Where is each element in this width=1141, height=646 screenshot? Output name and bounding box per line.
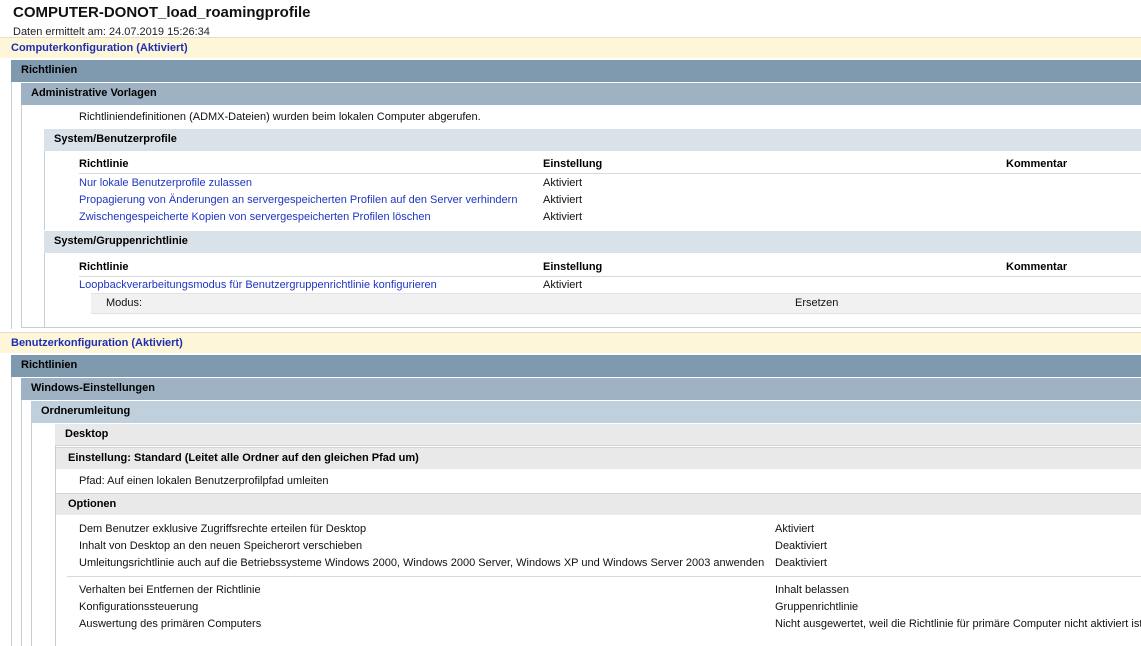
col-header-setting: Einstellung xyxy=(543,261,603,273)
windows-settings-band[interactable]: Windows-Einstellungen xyxy=(21,378,1141,400)
user-richtlinien-label: Richtlinien xyxy=(21,359,78,371)
computer-config-header[interactable]: Computerkonfiguration (Aktiviert) xyxy=(0,37,1141,58)
computer-richtlinien-label: Richtlinien xyxy=(21,64,78,76)
option-value: Gruppenrichtlinie xyxy=(775,601,859,613)
options-divider xyxy=(67,576,1141,577)
option-value: Deaktiviert xyxy=(775,557,827,569)
policy-setting: Aktiviert xyxy=(543,194,583,206)
folder-redirection-band[interactable]: Ordnerumleitung xyxy=(31,401,1141,423)
policy-setting: Aktiviert xyxy=(543,279,583,291)
admin-templates-band[interactable]: Administrative Vorlagen xyxy=(21,83,1141,105)
mode-value: Ersetzen xyxy=(795,297,839,309)
option-label: Konfigurationssteuerung xyxy=(79,601,199,613)
computer-richtlinien-band[interactable]: Richtlinien xyxy=(11,60,1141,82)
option-value: Inhalt belassen xyxy=(775,584,849,596)
col-header-policy: Richtlinie xyxy=(79,261,129,273)
report-title: COMPUTER-DONOT_load_roamingprofile xyxy=(13,4,311,21)
col-header-comment: Kommentar xyxy=(1006,158,1068,170)
option-label: Verhalten bei Entfernen der Richtlinie xyxy=(79,584,261,596)
mode-label: Modus: xyxy=(106,297,143,309)
policy-link[interactable]: Propagierung von Änderungen an serverges… xyxy=(79,194,517,206)
policy-link[interactable]: Nur lokale Benutzerprofile zulassen xyxy=(79,177,252,189)
setting-title: Einstellung: Standard (Leitet alle Ordne… xyxy=(68,452,419,464)
options-title: Optionen xyxy=(68,498,117,510)
user-richtlinien-band[interactable]: Richtlinien xyxy=(11,355,1141,377)
header-divider xyxy=(79,276,1141,277)
col-header-comment: Kommentar xyxy=(1006,261,1068,273)
option-label: Auswertung des primären Computers xyxy=(79,618,262,630)
header-divider xyxy=(79,173,1141,174)
user-config-title: Benutzerkonfiguration (Aktiviert) xyxy=(11,337,183,349)
col-header-setting: Einstellung xyxy=(543,158,603,170)
option-label: Dem Benutzer exklusive Zugriffsrechte er… xyxy=(79,523,367,535)
setting-band[interactable]: Einstellung: Standard (Leitet alle Ordne… xyxy=(56,447,1141,469)
system-profiles-label: System/Benutzerprofile xyxy=(54,133,177,145)
desktop-band[interactable]: Desktop xyxy=(55,424,1141,446)
policy-setting: Aktiviert xyxy=(543,211,583,223)
mode-row xyxy=(91,293,1141,314)
option-value: Aktiviert xyxy=(775,523,815,535)
system-profiles-band[interactable]: System/Benutzerprofile xyxy=(44,129,1141,151)
options-band[interactable]: Optionen xyxy=(56,493,1141,515)
policy-link[interactable]: Loopbackverarbeitungsmodus für Benutzerg… xyxy=(79,279,437,291)
redirect-path: Pfad: Auf einen lokalen Benutzerprofilpf… xyxy=(79,475,329,487)
system-gp-label: System/Gruppenrichtlinie xyxy=(54,235,188,247)
windows-settings-label: Windows-Einstellungen xyxy=(31,382,155,394)
computer-config-title: Computerkonfiguration (Aktiviert) xyxy=(11,42,188,54)
desktop-label: Desktop xyxy=(65,428,109,440)
option-label: Inhalt von Desktop an den neuen Speicher… xyxy=(79,540,363,552)
option-value: Nicht ausgewertet, weil die Richtlinie f… xyxy=(775,618,1141,630)
policy-link[interactable]: Zwischengespeicherte Kopien von serverge… xyxy=(79,211,431,223)
system-gp-band[interactable]: System/Gruppenrichtlinie xyxy=(44,231,1141,253)
folder-redirection-label: Ordnerumleitung xyxy=(41,405,131,417)
user-config-header[interactable]: Benutzerkonfiguration (Aktiviert) xyxy=(0,332,1141,353)
option-label: Umleitungsrichtlinie auch auf die Betrie… xyxy=(79,557,765,569)
col-header-policy: Richtlinie xyxy=(79,158,129,170)
admx-note: Richtliniendefinitionen (ADMX-Dateien) w… xyxy=(79,111,481,123)
admin-templates-label: Administrative Vorlagen xyxy=(31,87,157,99)
option-value: Deaktiviert xyxy=(775,540,827,552)
policy-setting: Aktiviert xyxy=(543,177,583,189)
